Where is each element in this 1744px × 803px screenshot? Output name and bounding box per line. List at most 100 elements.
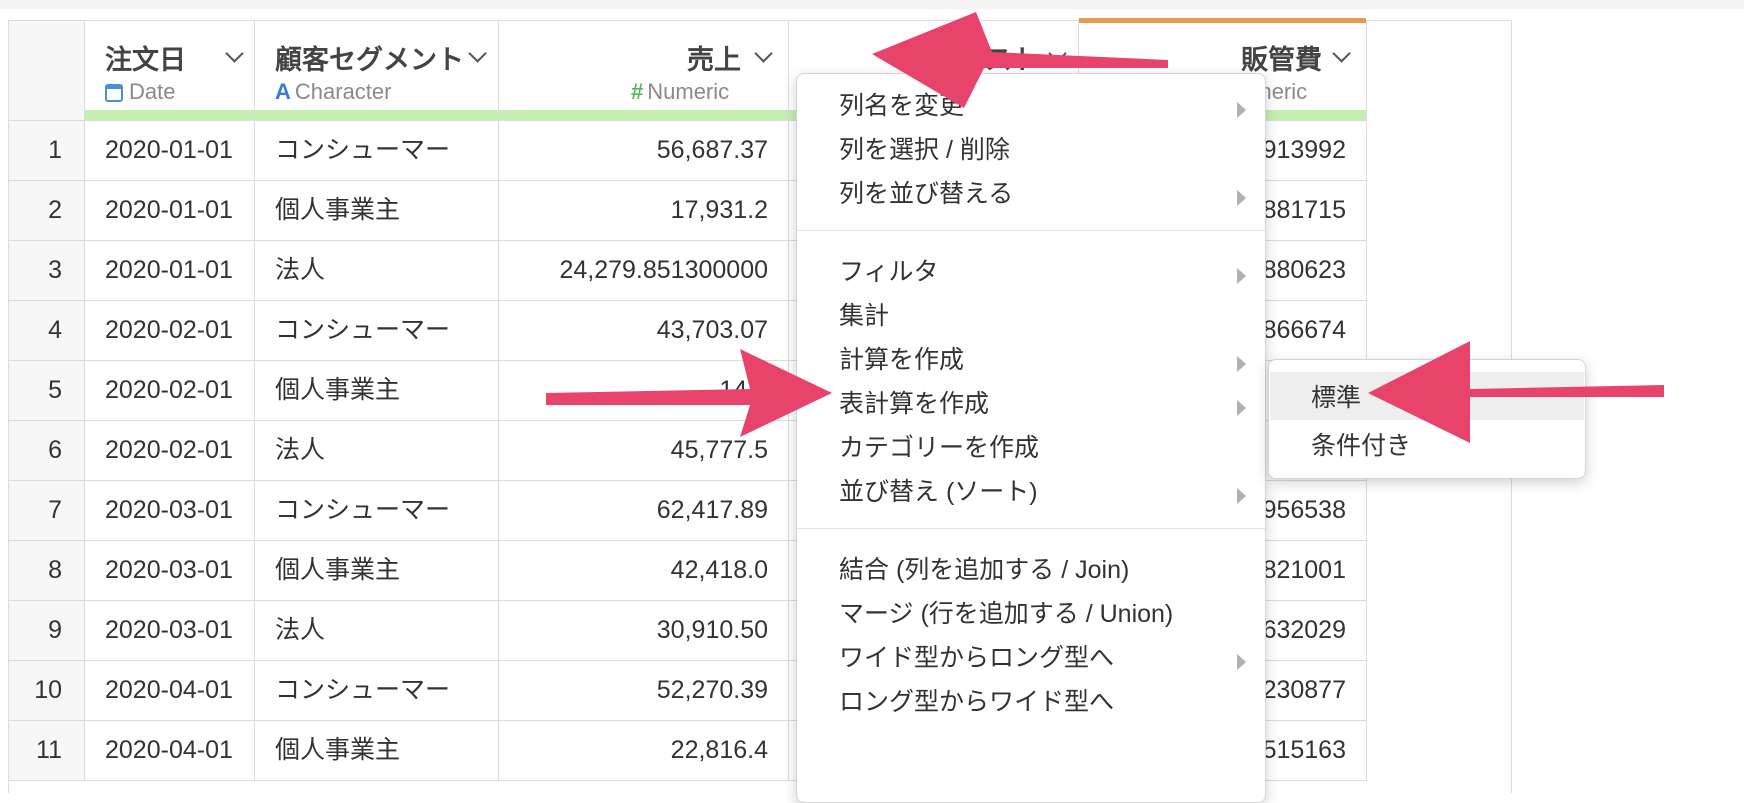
character-type-icon: A [275, 79, 291, 104]
menu-item-wide-to-long[interactable]: ワイド型からロング型へ [839, 638, 1114, 674]
cell-customer-segment[interactable]: 個人事業主 [255, 721, 499, 781]
row-number[interactable]: 10 [9, 661, 85, 721]
chevron-down-icon[interactable] [1048, 44, 1067, 63]
cell-sales-value: 52,270.39 [656, 676, 768, 704]
row-number-value: 5 [48, 376, 62, 404]
chevron-down-icon[interactable] [1332, 44, 1351, 63]
cell-sales[interactable]: 45,777.5 [499, 421, 789, 481]
menu-item-join[interactable]: 結合 (列を追加する / Join) [839, 550, 1129, 586]
cell-customer-segment[interactable]: 法人 [255, 421, 499, 481]
cell-order-date[interactable]: 2020-02-01 [85, 421, 255, 481]
cell-order-date-value: 2020-01-01 [105, 196, 233, 224]
row-number[interactable]: 11 [9, 721, 85, 781]
cell-sales[interactable]: 62,417.89 [499, 481, 789, 541]
cell-order-date-value: 2020-04-01 [105, 676, 233, 704]
selected-column-accent [1079, 18, 1366, 23]
cell-sales[interactable]: 56,687.37 [499, 121, 789, 181]
cell-customer-segment-value: コンシューマー [275, 496, 451, 524]
menu-item-sort[interactable]: 並び替え (ソート) [839, 472, 1038, 508]
column-type: A Character [275, 79, 391, 105]
cell-order-date[interactable]: 2020-04-01 [85, 661, 255, 721]
column-header-order-date[interactable]: 注文日 Date [85, 21, 255, 121]
submenu-item-conditional[interactable]: 条件付き [1311, 426, 1411, 462]
row-number[interactable]: 5 [9, 361, 85, 421]
cell-customer-segment-value: コンシューマー [275, 136, 451, 164]
menu-item-select-delete-columns[interactable]: 列を選択 / 削除 [839, 130, 1010, 166]
cell-order-date[interactable]: 2020-01-01 [85, 181, 255, 241]
chevron-down-icon[interactable] [754, 44, 773, 63]
cell-order-date[interactable]: 2020-01-01 [85, 241, 255, 301]
menu-item-rename-column[interactable]: 列名を変更 [839, 86, 964, 122]
cell-customer-segment[interactable]: コンシューマー [255, 121, 499, 181]
submenu-item-standard[interactable]: 標準 [1311, 378, 1361, 414]
cell-order-date[interactable]: 2020-03-01 [85, 541, 255, 601]
row-number[interactable]: 7 [9, 481, 85, 541]
cell-customer-segment[interactable]: 法人 [255, 241, 499, 301]
grid-corner [9, 21, 85, 121]
submenu-arrow-icon [1237, 190, 1246, 206]
cell-order-date[interactable]: 2020-03-01 [85, 601, 255, 661]
cell-customer-segment[interactable]: 個人事業主 [255, 181, 499, 241]
cell-sales[interactable]: 30,910.50 [499, 601, 789, 661]
cell-order-date[interactable]: 2020-02-01 [85, 301, 255, 361]
cell-order-date-value: 2020-03-01 [105, 616, 233, 644]
row-number-value: 8 [48, 556, 62, 584]
cell-sales[interactable]: 42,418.0 [499, 541, 789, 601]
cell-sales-value: 56,687.37 [656, 136, 768, 164]
menu-item-create-table-calculation[interactable]: 表計算を作成 [839, 384, 989, 420]
column-header-sales[interactable]: 売上 # Numeric [499, 21, 789, 121]
numeric-type-icon: # [631, 79, 644, 104]
cell-customer-segment[interactable]: 個人事業主 [255, 361, 499, 421]
column-header-customer-segment[interactable]: 顧客セグメント A Character [255, 21, 499, 121]
cell-order-date[interactable]: 2020-02-01 [85, 361, 255, 421]
cell-order-date[interactable]: 2020-04-01 [85, 721, 255, 781]
row-number[interactable]: 6 [9, 421, 85, 481]
cell-sales[interactable]: 24,279.851300000 [499, 241, 789, 301]
cell-sales[interactable]: 52,270.39 [499, 661, 789, 721]
menu-item-union[interactable]: マージ (行を追加する / Union) [839, 594, 1173, 630]
row-number[interactable]: 4 [9, 301, 85, 361]
cell-order-date-value: 2020-02-01 [105, 436, 233, 464]
cell-order-date[interactable]: 2020-01-01 [85, 121, 255, 181]
row-number[interactable]: 9 [9, 601, 85, 661]
column-name: 注文日 [105, 45, 186, 75]
cell-customer-segment-value: 個人事業主 [275, 736, 401, 764]
cell-sales[interactable]: 14,5 [499, 361, 789, 421]
menu-item-summarize[interactable]: 集計 [839, 296, 889, 332]
menu-item-long-to-wide[interactable]: ロング型からワイド型へ [839, 682, 1114, 718]
menu-item-reorder-columns[interactable]: 列を並び替える [839, 174, 1013, 210]
cell-customer-segment[interactable]: 法人 [255, 601, 499, 661]
submenu-arrow-icon [1237, 488, 1246, 504]
cell-customer-segment[interactable]: コンシューマー [255, 661, 499, 721]
cell-customer-segment[interactable]: コンシューマー [255, 481, 499, 541]
cell-sales[interactable]: 22,816.4 [499, 721, 789, 781]
column-type-label: Character [294, 79, 392, 104]
column-type: Date [105, 79, 175, 105]
menu-item-create-calculation[interactable]: 計算を作成 [839, 340, 964, 376]
cell-sales[interactable]: 17,931.2 [499, 181, 789, 241]
cell-order-date[interactable]: 2020-03-01 [85, 481, 255, 541]
row-number-value: 7 [48, 496, 62, 524]
row-number[interactable]: 1 [9, 121, 85, 181]
calculation-submenu: 標準 条件付き [1268, 359, 1586, 479]
menu-item-create-category[interactable]: カテゴリーを作成 [839, 428, 1039, 464]
cell-customer-segment[interactable]: コンシューマー [255, 301, 499, 361]
cell-customer-segment-value: 法人 [275, 616, 326, 644]
menu-item-filter[interactable]: フィルタ [839, 252, 939, 288]
cell-customer-segment-value: コンシューマー [275, 316, 451, 344]
row-number[interactable]: 2 [9, 181, 85, 241]
cell-customer-segment-value: 個人事業主 [275, 556, 401, 584]
cell-sales[interactable]: 43,703.07 [499, 301, 789, 361]
cell-sales-value: 45,777.5 [670, 436, 768, 464]
row-number[interactable]: 8 [9, 541, 85, 601]
chevron-down-icon[interactable] [225, 44, 244, 63]
cell-order-date-value: 2020-02-01 [105, 316, 233, 344]
row-number-value: 9 [48, 616, 62, 644]
cell-sales-value: 24,279.851300000 [559, 256, 768, 284]
chevron-down-icon[interactable] [468, 44, 487, 63]
cell-customer-segment[interactable]: 個人事業主 [255, 541, 499, 601]
cell-customer-segment-value: コンシューマー [275, 676, 451, 704]
row-number[interactable]: 3 [9, 241, 85, 301]
column-name: 売上 [687, 45, 741, 75]
submenu-arrow-icon [1237, 654, 1246, 670]
